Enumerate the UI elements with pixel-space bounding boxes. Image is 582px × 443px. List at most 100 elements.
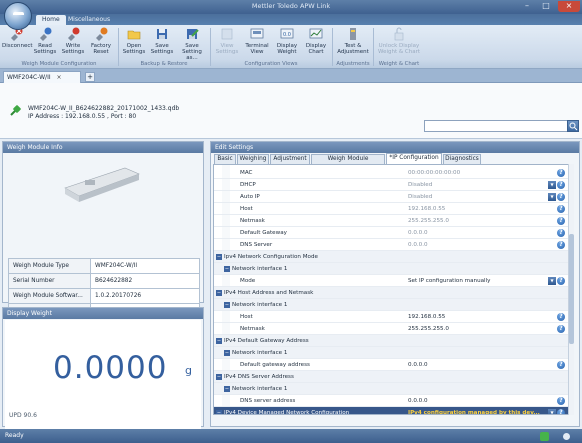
scroll-thumb[interactable] — [569, 234, 574, 344]
add-tab-button[interactable]: + — [85, 72, 95, 82]
open-settings-button[interactable]: Open Settings — [121, 27, 147, 55]
status-indicator-icon — [563, 433, 570, 440]
help-icon[interactable]: ? — [557, 409, 565, 414]
read-settings-button[interactable]: Read Settings — [32, 27, 58, 55]
save-settings-button[interactable]: Save Settings — [149, 27, 175, 55]
tab-basic[interactable]: Basic — [214, 154, 236, 164]
factory-reset-button[interactable]: Factory Reset — [88, 27, 114, 55]
settings-row[interactable]: Host 192.168.0.55? — [214, 203, 568, 215]
settings-section-row[interactable]: − IPv4 DNS Server Address — [214, 371, 568, 383]
collapse-icon[interactable]: − — [216, 410, 222, 414]
help-icon[interactable]: ? — [557, 169, 565, 177]
collapse-icon[interactable]: − — [216, 290, 222, 296]
weigh-module-info-title: Weigh Module Info — [3, 142, 203, 153]
search-input[interactable] — [424, 120, 568, 132]
settings-section-row[interactable]: − Ipv4 Network Configuration Mode — [214, 251, 568, 263]
device-header: WMF204C-W_II_B624622882_20171002_1433.qd… — [0, 83, 582, 139]
settings-section-row[interactable]: − IPv4 Host Address and Netmask — [214, 287, 568, 299]
connection-status-icon — [540, 432, 549, 441]
document-tab[interactable]: WMF204C-W/II × — [3, 71, 81, 83]
help-icon[interactable]: ? — [557, 181, 565, 189]
collapse-icon[interactable]: − — [224, 302, 230, 308]
setting-value[interactable]: 0.0.0.0 — [408, 359, 428, 371]
settings-row[interactable]: Host 192.168.0.55? — [214, 311, 568, 323]
settings-row[interactable]: Auto IP Disabled ▼? — [214, 191, 568, 203]
help-icon[interactable]: ? — [557, 361, 565, 369]
help-icon[interactable]: ? — [557, 193, 565, 201]
tab-diagnostics[interactable]: Diagnostics — [443, 154, 481, 164]
settings-row[interactable]: − IPv4 Device Managed Network Configurati… — [214, 407, 568, 414]
search-button[interactable] — [567, 120, 579, 132]
setting-value[interactable]: 255.255.255.0 — [408, 323, 449, 335]
setting-value[interactable]: Disabled — [408, 179, 432, 191]
write-settings-button[interactable]: Write Settings — [60, 27, 86, 55]
help-icon[interactable]: ? — [557, 277, 565, 285]
help-icon[interactable]: ? — [557, 313, 565, 321]
collapse-icon[interactable]: − — [216, 374, 222, 380]
tab-adjustment[interactable]: Adjustment — [270, 154, 310, 164]
settings-section-row[interactable]: − Network interface 1 — [214, 347, 568, 359]
save-setting-as-button[interactable]: Save Setting as... — [177, 27, 207, 61]
settings-row[interactable]: Default Gateway 0.0.0.0? — [214, 227, 568, 239]
view-settings-button[interactable]: View Settings — [213, 27, 241, 55]
setting-value[interactable]: Set IP configuration manually — [408, 275, 490, 287]
settings-section-row[interactable]: − Network interface 1 — [214, 383, 568, 395]
tab-weigh-module-information[interactable]: Weigh Module Information — [311, 154, 385, 171]
unlock-display-button[interactable]: Unlock Display Weight & Chart — [377, 27, 421, 55]
setting-value[interactable]: 192.168.0.55 — [408, 203, 445, 215]
weigh-module-image — [64, 167, 140, 202]
settings-row[interactable]: Netmask 255.255.255.0? — [214, 323, 568, 335]
settings-scrollbar[interactable] — [568, 164, 574, 415]
minimize-button[interactable]: – — [518, 1, 536, 12]
settings-section-row[interactable]: − Network interface 1 — [214, 263, 568, 275]
maximize-button[interactable]: □ — [537, 1, 555, 12]
dropdown-arrow-icon[interactable]: ▼ — [548, 409, 556, 414]
display-weight-icon: 0.0 — [280, 28, 294, 39]
update-rate: UPD 90.6 — [9, 412, 37, 419]
close-button[interactable]: × — [558, 1, 580, 12]
setting-value[interactable]: IPv4 configuration managed by this dev..… — [408, 407, 540, 414]
settings-row[interactable]: Netmask 255.255.255.0? — [214, 215, 568, 227]
settings-row[interactable]: Mode Set IP configuration manually ▼? — [214, 275, 568, 287]
settings-section-row[interactable]: − Network interface 1 — [214, 299, 568, 311]
settings-row[interactable]: DNS Server 0.0.0.0? — [214, 239, 568, 251]
help-icon[interactable]: ? — [557, 325, 565, 333]
setting-value[interactable]: Disabled — [408, 191, 432, 203]
display-chart-button[interactable]: Display Chart — [303, 27, 329, 55]
collapse-icon[interactable]: − — [216, 338, 222, 344]
collapse-icon[interactable]: − — [224, 386, 230, 392]
tab-miscellaneous[interactable]: Miscellaneous — [62, 15, 116, 25]
dropdown-arrow-icon[interactable]: ▼ — [548, 277, 556, 285]
help-icon[interactable]: ? — [557, 205, 565, 213]
settings-row[interactable]: Default gateway address 0.0.0.0? — [214, 359, 568, 371]
tab-ip-configuration[interactable]: *IP Configuration — [386, 153, 442, 164]
settings-row[interactable]: MAC 00:00:00:00:00:00? — [214, 167, 568, 179]
setting-name: IPv4 DNS Server Address — [224, 374, 294, 380]
tab-weighing[interactable]: Weighing — [237, 154, 269, 164]
setting-value[interactable]: 0.0.0.0 — [408, 395, 428, 407]
help-icon[interactable]: ? — [557, 397, 565, 405]
app-menu-button[interactable] — [4, 2, 32, 30]
setting-value[interactable]: 00:00:00:00:00:00 — [408, 167, 460, 179]
dropdown-arrow-icon[interactable]: ▼ — [548, 181, 556, 189]
terminal-view-button[interactable]: Terminal View — [243, 27, 271, 55]
settings-row[interactable]: DHCP Disabled ▼? — [214, 179, 568, 191]
setting-value[interactable]: 192.168.0.55 — [408, 311, 445, 323]
test-adjustment-button[interactable]: Test & Adjustment — [336, 27, 370, 55]
close-tab-icon[interactable]: × — [57, 74, 62, 81]
collapse-icon[interactable]: − — [224, 350, 230, 356]
setting-value[interactable]: 0.0.0.0 — [408, 239, 428, 251]
dropdown-arrow-icon[interactable]: ▼ — [548, 193, 556, 201]
display-weight-button[interactable]: 0.0 Display Weight — [273, 27, 301, 55]
disconnect-button[interactable]: Disconnect — [2, 27, 33, 49]
settings-section-row[interactable]: − IPv4 Default Gateway Address — [214, 335, 568, 347]
save-as-icon — [187, 29, 199, 39]
collapse-icon[interactable]: − — [224, 266, 230, 272]
settings-row[interactable]: DNS server address 0.0.0.0? — [214, 395, 568, 407]
setting-value[interactable]: 0.0.0.0 — [408, 227, 428, 239]
setting-value[interactable]: 255.255.255.0 — [408, 215, 449, 227]
help-icon[interactable]: ? — [557, 241, 565, 249]
collapse-icon[interactable]: − — [216, 254, 222, 260]
help-icon[interactable]: ? — [557, 217, 565, 225]
help-icon[interactable]: ? — [557, 229, 565, 237]
